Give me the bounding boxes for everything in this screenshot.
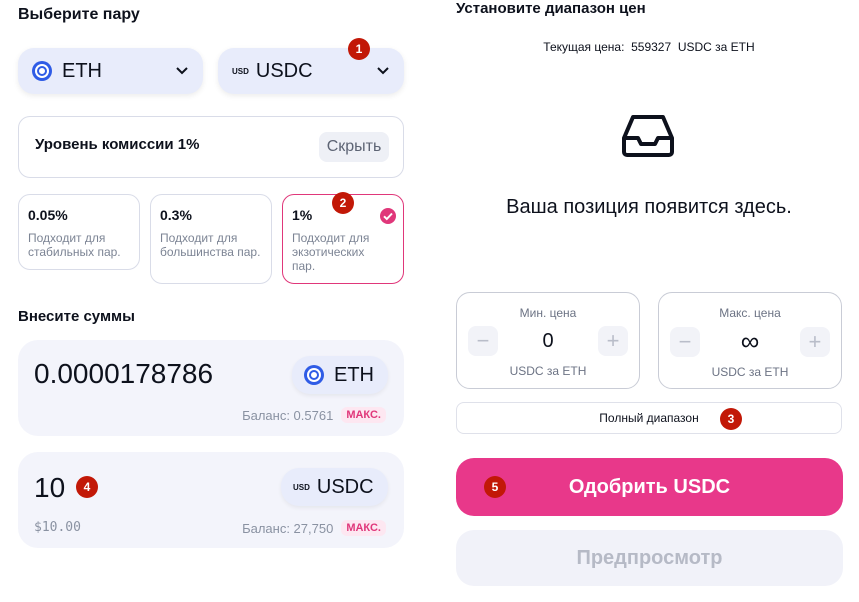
deposit-b-box: 10 $10.00 USD USDC Баланс: 27,750 МАКС. <box>18 452 404 548</box>
fee-option-desc: Подходит для экзотических пар. <box>292 231 370 273</box>
annotation-badge-3: 3 <box>720 408 742 430</box>
max-price-box: Макс. цена − ∞ + USDC за ETH <box>658 292 842 389</box>
deposit-a-balance: Баланс: 0.5761 <box>242 407 334 423</box>
max-price-increment-button[interactable]: + <box>799 326 830 357</box>
fee-option-0-05[interactable]: 0.05% Подходит для стабильных пар. <box>18 194 140 270</box>
fee-tier-title: Уровень комиссии 1% <box>35 136 200 153</box>
deposit-title: Внесите суммы <box>18 308 135 325</box>
fee-option-pct: 0.05% <box>28 207 68 223</box>
chevron-down-icon <box>377 67 389 75</box>
annotation-badge-2: 2 <box>332 192 354 214</box>
fee-option-0-3[interactable]: 0.3% Подходит для большинства пар. <box>150 194 272 284</box>
preview-button[interactable]: Предпросмотр <box>456 530 843 586</box>
deposit-a-symbol: ETH <box>334 363 374 386</box>
token-a-symbol: ETH <box>62 59 102 82</box>
usdc-icon: USD <box>293 482 310 492</box>
min-price-label: Мин. цена <box>519 306 577 320</box>
current-price-value: 559327 <box>631 40 672 54</box>
deposit-a-max-button[interactable]: МАКС. <box>341 407 386 423</box>
fee-option-desc: Подходит для стабильных пар. <box>28 231 121 259</box>
usdc-icon: USD <box>232 66 249 76</box>
deposit-b-symbol: USDC <box>316 475 374 498</box>
eth-icon <box>32 61 52 81</box>
max-price-input[interactable]: ∞ <box>741 326 760 357</box>
empty-position-message: Ваша позиция появится здесь. <box>506 196 792 218</box>
max-price-decrement-button[interactable]: − <box>670 326 700 357</box>
fee-tier-card: Уровень комиссии 1% Скрыть <box>18 116 404 178</box>
hide-fee-options-button[interactable]: Скрыть <box>319 132 389 162</box>
chevron-down-icon <box>176 67 188 75</box>
token-b-selector[interactable]: USD USDC <box>218 48 404 94</box>
deposit-b-usd-value: $10.00 <box>34 520 81 535</box>
deposit-a-amount[interactable]: 0.0000178786 <box>34 358 213 390</box>
price-range-title: Установите диапазон цен <box>456 0 646 17</box>
deposit-b-balance: Баланс: 27,750 <box>242 520 334 536</box>
current-price: Текущая цена: 559327 USDC за ETH <box>456 40 842 54</box>
min-price-input[interactable]: 0 <box>542 330 553 353</box>
deposit-a-box: 0.0000178786 ETH Баланс: 0.5761 МАКС. <box>18 340 404 436</box>
current-price-unit: USDC за ETH <box>677 40 755 54</box>
min-price-box: Мин. цена − 0 + USDC за ETH <box>456 292 640 389</box>
select-pair-title: Выберите пару <box>18 6 140 23</box>
max-price-unit: USDC за ETH <box>711 365 789 379</box>
inbox-icon <box>622 115 674 157</box>
eth-icon <box>304 365 324 385</box>
min-price-increment-button[interactable]: + <box>598 326 628 356</box>
max-price-label: Макс. цена <box>719 306 781 320</box>
annotation-badge-4: 4 <box>76 476 98 498</box>
token-a-selector[interactable]: ETH <box>18 48 203 94</box>
full-range-button[interactable]: Полный диапазон <box>456 402 842 434</box>
deposit-b-token[interactable]: USD USDC <box>281 468 388 506</box>
min-price-decrement-button[interactable]: − <box>468 326 498 356</box>
fee-option-desc: Подходит для большинства пар. <box>160 231 261 259</box>
fee-option-pct: 0.3% <box>160 207 192 223</box>
current-price-label: Текущая цена: <box>543 40 625 54</box>
min-price-unit: USDC за ETH <box>509 364 587 378</box>
deposit-b-max-button[interactable]: МАКС. <box>341 520 386 536</box>
approve-usdc-button[interactable]: Одобрить USDC <box>456 458 843 516</box>
annotation-badge-5: 5 <box>484 476 506 498</box>
token-b-symbol: USDC <box>255 59 313 82</box>
deposit-b-amount[interactable]: 10 <box>34 472 65 504</box>
annotation-badge-1: 1 <box>348 38 370 60</box>
check-circle-icon <box>380 208 396 224</box>
deposit-a-token[interactable]: ETH <box>292 356 388 394</box>
